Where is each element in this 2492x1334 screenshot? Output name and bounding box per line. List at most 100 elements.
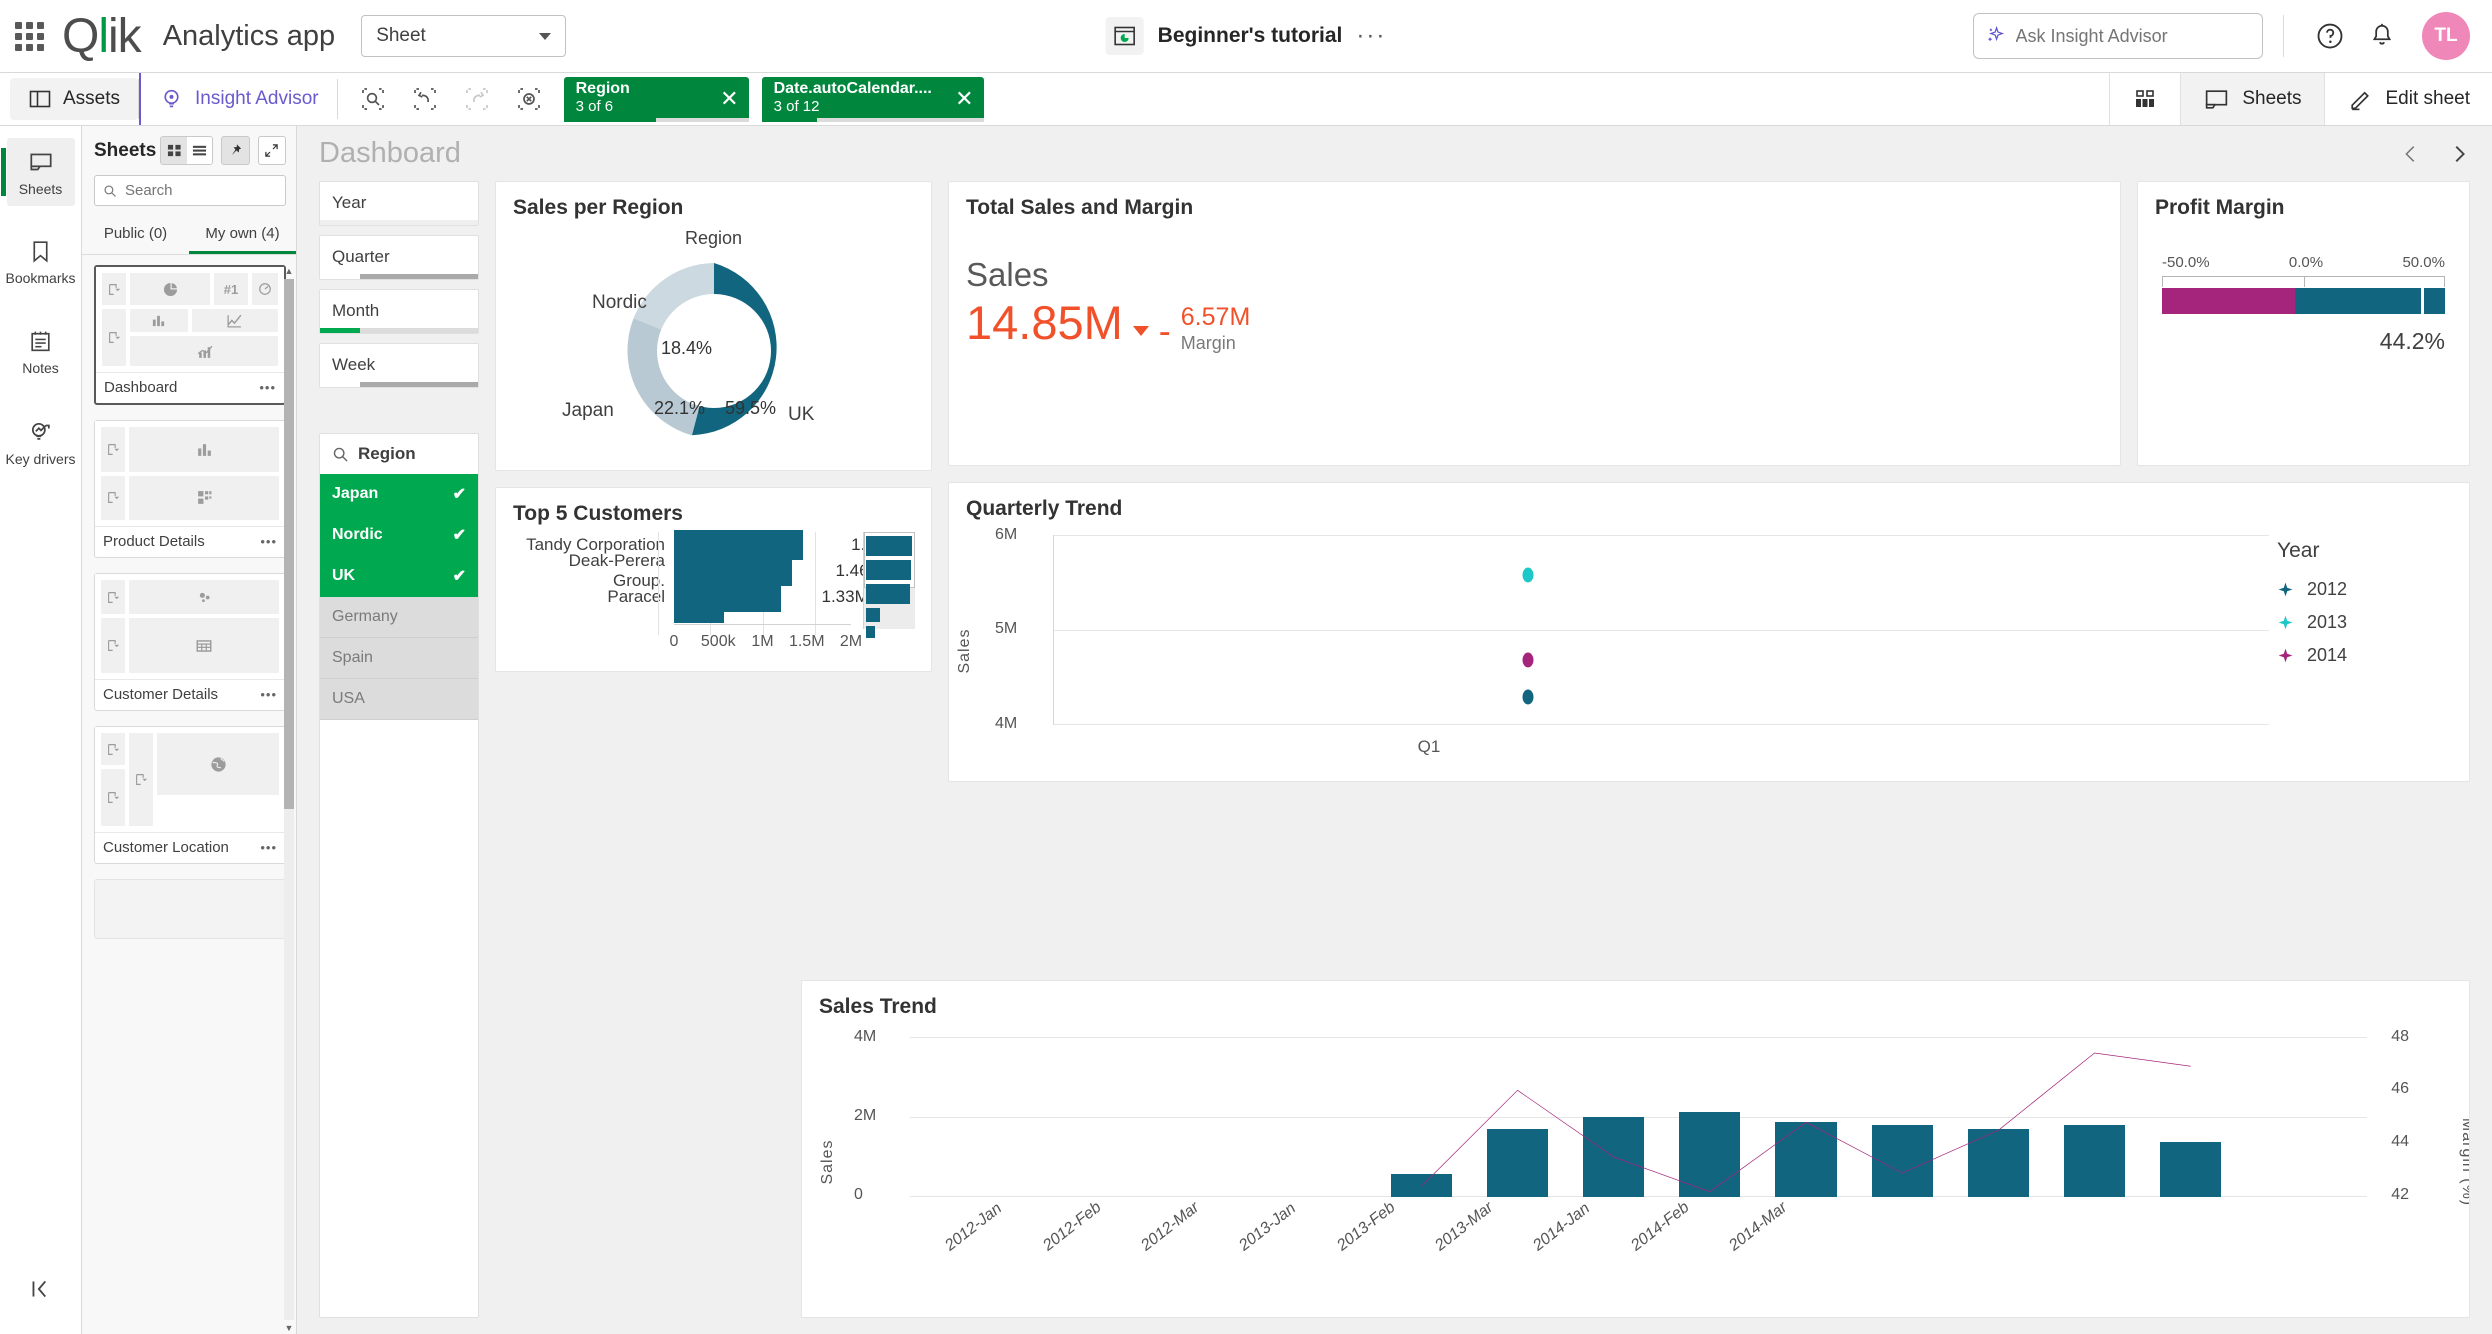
mini-scrollbar[interactable] — [863, 532, 915, 638]
margin-line — [910, 1037, 2367, 1197]
assets-button[interactable]: Assets — [10, 78, 139, 120]
sidebar-item-bookmarks[interactable]: Bookmarks — [5, 228, 76, 296]
list-item[interactable]: #1 Dashboard ••• — [94, 265, 286, 405]
edit-sheet-button[interactable]: Edit sheet — [2323, 73, 2492, 125]
sheet-menu-button[interactable]: ••• — [260, 687, 277, 702]
list-item[interactable]: Customer Location ••• — [94, 726, 286, 864]
scatter-point-2012[interactable] — [1522, 689, 1534, 704]
scroll-down-icon[interactable]: ▼ — [284, 1322, 294, 1334]
chart-title: Quarterly Trend — [966, 497, 1123, 520]
sheet-menu-button[interactable]: ••• — [260, 840, 277, 855]
sidebar-item-notes[interactable]: Notes — [7, 318, 75, 386]
legend-item[interactable]: 2013 — [2277, 612, 2447, 633]
expand-icon[interactable] — [257, 136, 286, 165]
list-view-icon[interactable] — [186, 137, 213, 164]
y2-tick: 42 — [2391, 1186, 2409, 1203]
notifications-icon[interactable] — [2356, 10, 2408, 62]
legend-item[interactable]: 2012 — [2277, 579, 2447, 600]
selection-search-icon[interactable] — [350, 78, 396, 120]
close-icon[interactable]: ✕ — [720, 88, 738, 110]
chevron-left-icon[interactable] — [2398, 141, 2424, 167]
filter-box-year[interactable]: Year — [319, 181, 479, 226]
key-drivers-icon — [31, 422, 50, 440]
sheets-scrollbar[interactable]: ▲ ▼ — [284, 265, 294, 1334]
chart-profit-margin[interactable]: Profit Margin -50.0% 0.0% 50.0% 44.2% — [2137, 181, 2470, 466]
chart-top-5-customers[interactable]: Top 5 Customers Tandy Corporation 1.6M — [495, 487, 932, 672]
chart-quarterly-trend[interactable]: Quarterly Trend Sales 6M 5M 4M Q1 Year 2… — [948, 482, 2470, 782]
filter-box-quarter[interactable]: Quarter — [319, 235, 479, 280]
sheets-button[interactable]: Sheets — [2180, 73, 2324, 125]
region-item-japan[interactable]: Japan ✔ — [320, 474, 478, 515]
pin-icon[interactable] — [221, 136, 250, 165]
scatter-point-2014[interactable] — [1522, 652, 1534, 668]
selection-chip[interactable]: Date.autoCalendar.... 3 of 12 ✕ — [761, 76, 984, 122]
sheets-search-field[interactable] — [124, 182, 277, 199]
qlik-logo[interactable]: Qlik — [62, 9, 142, 64]
region-item-uk[interactable]: UK ✔ — [320, 556, 478, 597]
step-forward-icon[interactable] — [454, 78, 500, 120]
help-icon[interactable] — [2304, 10, 2356, 62]
region-item-germany[interactable]: Germany — [320, 597, 478, 638]
kpi-trend-caret-icon — [1132, 326, 1149, 336]
scatter-point-2013[interactable] — [1522, 567, 1534, 583]
chart-sales-trend[interactable]: Sales Trend Sales Margin (%) 4M 2M 0 48 … — [801, 980, 2470, 1318]
legend-item[interactable]: 2014 — [2277, 645, 2447, 666]
sheet-selector-dropdown[interactable]: Sheet — [361, 15, 567, 57]
insight-advisor-search[interactable] — [1973, 13, 2263, 59]
insight-advisor-button[interactable]: Insight Advisor — [139, 73, 337, 125]
filter-column: Year Quarter Month Week Region Japan ✔ N… — [319, 181, 479, 1318]
x-tick: 2014-Mar — [1726, 1198, 1791, 1255]
sheet-area: Dashboard Year Quarter Month Week Region… — [297, 126, 2492, 1334]
page-title: Dashboard — [319, 137, 461, 169]
filter-box-month[interactable]: Month — [319, 289, 479, 334]
y-tick: 2M — [854, 1107, 877, 1124]
bar-row[interactable]: Paracel 1.33M — [512, 582, 915, 612]
sidebar-item-key-drivers[interactable]: Key drivers — [5, 408, 76, 476]
sheet-menu-button[interactable]: ••• — [259, 380, 276, 395]
region-item-spain[interactable]: Spain — [320, 638, 478, 679]
region-item-usa[interactable]: USA — [320, 679, 478, 720]
filter-box-week[interactable]: Week — [319, 343, 479, 388]
clear-all-icon[interactable] — [506, 78, 552, 120]
y-tick: 4M — [995, 715, 1018, 732]
grid-view-icon[interactable] — [161, 137, 187, 164]
left-rail: Sheets Bookmarks Notes Key drivers — [0, 126, 82, 1334]
list-item[interactable] — [94, 879, 286, 939]
selection-bar-right: Sheets Edit sheet — [2109, 73, 2492, 125]
sheet-menu-button[interactable]: ••• — [260, 534, 277, 549]
y-tick: 4M — [854, 1028, 877, 1045]
tab-my-own[interactable]: My own (4) — [189, 218, 296, 254]
view-options-button[interactable] — [2109, 73, 2180, 125]
list-item[interactable]: Customer Details ••• — [94, 573, 286, 711]
region-item-nordic[interactable]: Nordic ✔ — [320, 515, 478, 556]
kpi-values: 14.85M - 6.57M Margin — [949, 294, 2120, 354]
scroll-up-icon[interactable]: ▲ — [284, 265, 294, 277]
document-menu-button[interactable]: ··· — [1356, 24, 1386, 48]
step-back-icon[interactable] — [402, 78, 448, 120]
close-icon[interactable]: ✕ — [955, 88, 973, 110]
view-options-icon — [2136, 90, 2155, 107]
bar-row[interactable] — [512, 610, 915, 624]
tab-public[interactable]: Public (0) — [82, 218, 189, 254]
avatar[interactable]: TL — [2422, 12, 2470, 60]
search-input[interactable] — [94, 175, 286, 206]
filter-state-bar — [320, 274, 478, 279]
chart-sales-per-region[interactable]: Sales per Region Region Nordic Japan UK … — [495, 181, 932, 471]
kpi-total-sales-and-margin[interactable]: Total Sales and Margin Sales 14.85M - 6.… — [948, 181, 2121, 466]
assets-label: Assets — [63, 88, 121, 109]
y-tick: 0 — [854, 1186, 863, 1203]
insight-advisor-input[interactable] — [2015, 25, 2250, 47]
selection-chip[interactable]: Region 3 of 6 ✕ — [563, 76, 749, 122]
chevron-right-icon[interactable] — [2446, 141, 2472, 167]
region-search-row[interactable]: Region — [320, 434, 478, 474]
sheet-selector-value: Sheet — [376, 25, 426, 46]
bar-fill — [674, 611, 724, 623]
app-launcher-icon[interactable] — [0, 21, 58, 51]
bar-row[interactable]: Deak-Perera Group. 1.46M — [512, 551, 915, 590]
sidebar-item-sheets[interactable]: Sheets — [0, 138, 75, 206]
chip-count: 3 of 6 — [575, 98, 614, 115]
kpi-separator: - — [1158, 310, 1171, 351]
list-item[interactable]: Product Details ••• — [94, 420, 286, 558]
collapse-left-icon[interactable] — [27, 1275, 55, 1308]
app-title: Analytics app — [162, 19, 336, 52]
